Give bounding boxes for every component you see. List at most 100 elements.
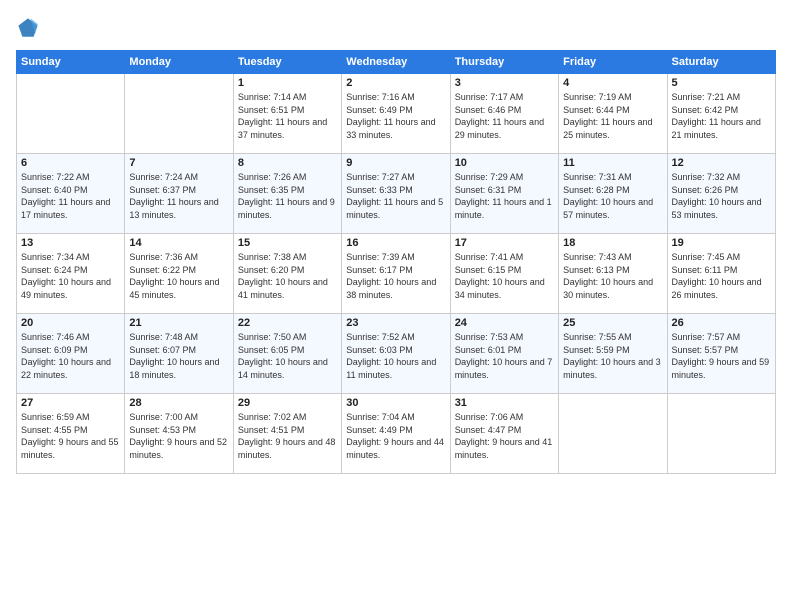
day-cell: 11 Sunrise: 7:31 AMSunset: 6:28 PMDayligh… [559,154,667,234]
day-number: 7 [129,157,228,169]
day-cell: 20 Sunrise: 7:46 AMSunset: 6:09 PMDayligh… [17,314,125,394]
week-row-3: 20 Sunrise: 7:46 AMSunset: 6:09 PMDayligh… [17,314,776,394]
day-info: Sunrise: 7:16 AMSunset: 6:49 PMDaylight:… [346,91,445,141]
day-info: Sunrise: 7:45 AMSunset: 6:11 PMDaylight:… [672,251,771,301]
day-info: Sunrise: 7:36 AMSunset: 6:22 PMDaylight:… [129,251,228,301]
day-number: 26 [672,317,771,329]
day-info: Sunrise: 7:21 AMSunset: 6:42 PMDaylight:… [672,91,771,141]
day-cell: 8 Sunrise: 7:26 AMSunset: 6:35 PMDaylight… [233,154,341,234]
day-info: Sunrise: 7:53 AMSunset: 6:01 PMDaylight:… [455,331,554,381]
day-info: Sunrise: 7:31 AMSunset: 6:28 PMDaylight:… [563,171,662,221]
calendar-table: SundayMondayTuesdayWednesdayThursdayFrid… [16,50,776,474]
day-info: Sunrise: 7:14 AMSunset: 6:51 PMDaylight:… [238,91,337,141]
day-number: 30 [346,397,445,409]
day-cell: 13 Sunrise: 7:34 AMSunset: 6:24 PMDayligh… [17,234,125,314]
day-number: 29 [238,397,337,409]
weekday-tuesday: Tuesday [233,51,341,74]
day-info: Sunrise: 7:52 AMSunset: 6:03 PMDaylight:… [346,331,445,381]
day-cell: 31 Sunrise: 7:06 AMSunset: 4:47 PMDayligh… [450,394,558,474]
day-info: Sunrise: 7:17 AMSunset: 6:46 PMDaylight:… [455,91,554,141]
logo [16,16,44,40]
day-info: Sunrise: 6:59 AMSunset: 4:55 PMDaylight:… [21,411,120,461]
day-info: Sunrise: 7:55 AMSunset: 5:59 PMDaylight:… [563,331,662,381]
week-row-4: 27Sunrise: 6:59 AMSunset: 4:55 PMDayligh… [17,394,776,474]
day-info: Sunrise: 7:29 AMSunset: 6:31 PMDaylight:… [455,171,554,221]
day-cell: 3 Sunrise: 7:17 AMSunset: 6:46 PMDaylight… [450,74,558,154]
day-cell: 10 Sunrise: 7:29 AMSunset: 6:31 PMDayligh… [450,154,558,234]
day-number: 13 [21,237,120,249]
day-info: Sunrise: 7:06 AMSunset: 4:47 PMDaylight:… [455,411,554,461]
weekday-saturday: Saturday [667,51,775,74]
day-info: Sunrise: 7:39 AMSunset: 6:17 PMDaylight:… [346,251,445,301]
day-number: 11 [563,157,662,169]
day-cell: 2 Sunrise: 7:16 AMSunset: 6:49 PMDaylight… [342,74,450,154]
day-number: 12 [672,157,771,169]
day-cell: 15 Sunrise: 7:38 AMSunset: 6:20 PMDayligh… [233,234,341,314]
day-info: Sunrise: 7:48 AMSunset: 6:07 PMDaylight:… [129,331,228,381]
day-info: Sunrise: 7:32 AMSunset: 6:26 PMDaylight:… [672,171,771,221]
day-cell: 7 Sunrise: 7:24 AMSunset: 6:37 PMDaylight… [125,154,233,234]
day-info: Sunrise: 7:19 AMSunset: 6:44 PMDaylight:… [563,91,662,141]
day-number: 5 [672,77,771,89]
day-number: 16 [346,237,445,249]
day-info: Sunrise: 7:22 AMSunset: 6:40 PMDaylight:… [21,171,120,221]
day-cell: 26 Sunrise: 7:57 AMSunset: 5:57 PMDayligh… [667,314,775,394]
day-cell: 5 Sunrise: 7:21 AMSunset: 6:42 PMDaylight… [667,74,775,154]
day-cell [667,394,775,474]
weekday-wednesday: Wednesday [342,51,450,74]
day-cell: 14 Sunrise: 7:36 AMSunset: 6:22 PMDayligh… [125,234,233,314]
day-info: Sunrise: 7:41 AMSunset: 6:15 PMDaylight:… [455,251,554,301]
day-cell: 4 Sunrise: 7:19 AMSunset: 6:44 PMDaylight… [559,74,667,154]
day-number: 17 [455,237,554,249]
day-info: Sunrise: 7:02 AMSunset: 4:51 PMDaylight:… [238,411,337,461]
day-cell: 24 Sunrise: 7:53 AMSunset: 6:01 PMDayligh… [450,314,558,394]
day-cell: 6Sunrise: 7:22 AMSunset: 6:40 PMDaylight… [17,154,125,234]
header [16,16,776,40]
day-number: 31 [455,397,554,409]
day-number: 9 [346,157,445,169]
day-cell: 28 Sunrise: 7:00 AMSunset: 4:53 PMDayligh… [125,394,233,474]
day-cell [559,394,667,474]
day-number: 14 [129,237,228,249]
weekday-header-row: SundayMondayTuesdayWednesdayThursdayFrid… [17,51,776,74]
day-info: Sunrise: 7:34 AMSunset: 6:24 PMDaylight:… [21,251,120,301]
day-info: Sunrise: 7:00 AMSunset: 4:53 PMDaylight:… [129,411,228,461]
day-cell: 12 Sunrise: 7:32 AMSunset: 6:26 PMDayligh… [667,154,775,234]
day-number: 28 [129,397,228,409]
day-number: 15 [238,237,337,249]
logo-icon [16,16,40,40]
day-cell: 23 Sunrise: 7:52 AMSunset: 6:03 PMDayligh… [342,314,450,394]
day-number: 1 [238,77,337,89]
day-number: 21 [129,317,228,329]
week-row-2: 13 Sunrise: 7:34 AMSunset: 6:24 PMDayligh… [17,234,776,314]
weekday-friday: Friday [559,51,667,74]
day-number: 2 [346,77,445,89]
day-cell: 21 Sunrise: 7:48 AMSunset: 6:07 PMDayligh… [125,314,233,394]
day-number: 23 [346,317,445,329]
weekday-sunday: Sunday [17,51,125,74]
day-number: 10 [455,157,554,169]
week-row-1: 6Sunrise: 7:22 AMSunset: 6:40 PMDaylight… [17,154,776,234]
day-number: 22 [238,317,337,329]
day-number: 20 [21,317,120,329]
day-cell [125,74,233,154]
day-info: Sunrise: 7:57 AMSunset: 5:57 PMDaylight:… [672,331,771,381]
day-number: 4 [563,77,662,89]
day-cell: 29 Sunrise: 7:02 AMSunset: 4:51 PMDayligh… [233,394,341,474]
day-info: Sunrise: 7:04 AMSunset: 4:49 PMDaylight:… [346,411,445,461]
day-number: 25 [563,317,662,329]
day-cell: 1 Sunrise: 7:14 AMSunset: 6:51 PMDaylight… [233,74,341,154]
day-number: 24 [455,317,554,329]
day-info: Sunrise: 7:24 AMSunset: 6:37 PMDaylight:… [129,171,228,221]
day-info: Sunrise: 7:26 AMSunset: 6:35 PMDaylight:… [238,171,337,221]
day-number: 3 [455,77,554,89]
day-cell: 27Sunrise: 6:59 AMSunset: 4:55 PMDayligh… [17,394,125,474]
day-cell [17,74,125,154]
day-info: Sunrise: 7:27 AMSunset: 6:33 PMDaylight:… [346,171,445,221]
day-info: Sunrise: 7:38 AMSunset: 6:20 PMDaylight:… [238,251,337,301]
day-info: Sunrise: 7:50 AMSunset: 6:05 PMDaylight:… [238,331,337,381]
day-info: Sunrise: 7:46 AMSunset: 6:09 PMDaylight:… [21,331,120,381]
day-cell: 22 Sunrise: 7:50 AMSunset: 6:05 PMDayligh… [233,314,341,394]
day-number: 8 [238,157,337,169]
weekday-thursday: Thursday [450,51,558,74]
